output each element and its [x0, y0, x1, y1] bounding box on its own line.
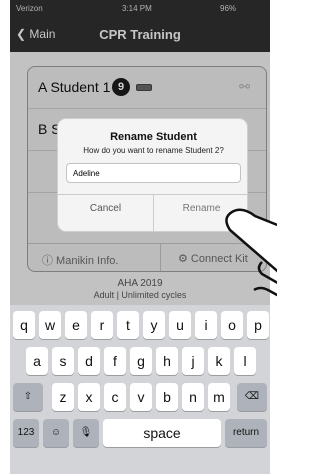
key-e[interactable]: e: [65, 311, 87, 339]
dialog-buttons: Cancel Rename: [58, 194, 247, 231]
key-d[interactable]: d: [78, 347, 100, 375]
key-u[interactable]: u: [169, 311, 191, 339]
rename-button[interactable]: Rename: [154, 195, 247, 231]
key-a[interactable]: a: [26, 347, 48, 375]
numbers-key[interactable]: 123: [13, 419, 39, 447]
key-h[interactable]: h: [156, 347, 178, 375]
key-r[interactable]: r: [91, 311, 113, 339]
key-p[interactable]: p: [247, 311, 269, 339]
microphone-key[interactable]: 🎙: [73, 419, 99, 447]
key-k[interactable]: k: [208, 347, 230, 375]
key-q[interactable]: q: [13, 311, 35, 339]
key-v[interactable]: v: [130, 383, 152, 411]
emoji-key[interactable]: ☺: [43, 419, 69, 447]
rename-dialog: Rename Student How do you want to rename…: [57, 118, 248, 232]
dialog-message: How do you want to rename Student 2?: [83, 146, 224, 155]
key-s[interactable]: s: [52, 347, 74, 375]
delete-key[interactable]: ⌫: [237, 383, 267, 411]
key-o[interactable]: o: [221, 311, 243, 339]
shift-key[interactable]: ⇧: [13, 383, 43, 411]
keyboard: q w e r t y u i o p a s d f g h j k l ⇧ z x c v b n m ⌫ 123 ☺ 🎙 space re…: [10, 305, 270, 474]
key-z[interactable]: z: [52, 383, 74, 411]
key-j[interactable]: j: [182, 347, 204, 375]
key-i[interactable]: i: [195, 311, 217, 339]
name-input[interactable]: Adeline: [66, 163, 241, 183]
key-n[interactable]: n: [182, 383, 204, 411]
key-f[interactable]: f: [104, 347, 126, 375]
dialog-title: Rename Student: [110, 131, 197, 143]
key-t[interactable]: t: [117, 311, 139, 339]
key-w[interactable]: w: [39, 311, 61, 339]
key-b[interactable]: b: [156, 383, 178, 411]
key-c[interactable]: c: [104, 383, 126, 411]
key-x[interactable]: x: [78, 383, 100, 411]
space-key[interactable]: space: [103, 419, 221, 447]
key-l[interactable]: l: [234, 347, 256, 375]
return-key[interactable]: return: [225, 419, 267, 447]
key-g[interactable]: g: [130, 347, 152, 375]
key-m[interactable]: m: [208, 383, 230, 411]
key-y[interactable]: y: [143, 311, 165, 339]
cancel-button[interactable]: Cancel: [58, 195, 153, 231]
